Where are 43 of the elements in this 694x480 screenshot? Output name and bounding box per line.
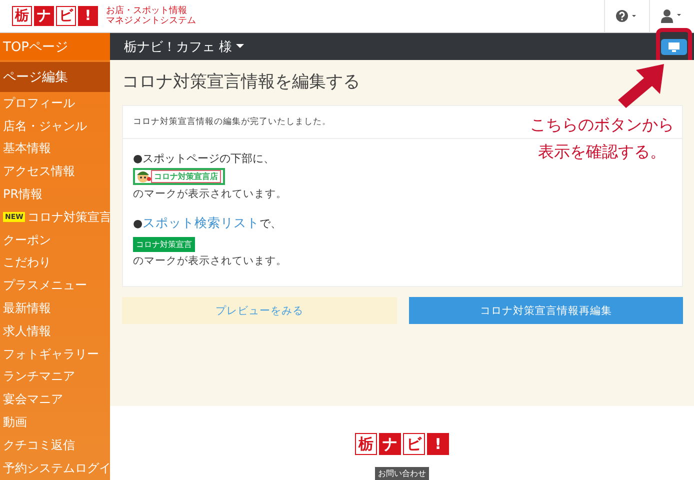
note-text: のマークが表示されています。 — [133, 187, 288, 201]
page-title: コロナ対策宣言情報を編集する — [122, 71, 361, 93]
preview-link-button[interactable]: プレビューをみる — [122, 297, 396, 324]
caret-icon — [236, 44, 244, 49]
sidebar-item[interactable]: TOPページ — [0, 33, 110, 60]
tagline: お店・スポット情報 — [106, 6, 188, 16]
sidebar-item[interactable]: PR情報 — [0, 183, 110, 206]
sidebar-item[interactable]: 求人情報 — [0, 320, 110, 343]
tagline: マネジメントシステム — [106, 16, 196, 26]
sidebar-item[interactable]: 動画 — [0, 411, 110, 434]
sidebar-item[interactable]: こだわり — [0, 252, 110, 274]
note-text: のマークが表示されています。 — [133, 254, 288, 268]
help-icon — [616, 10, 638, 22]
mascot-drawing — [135, 170, 151, 183]
sidebar-item[interactable]: アクセス情報 — [0, 160, 110, 184]
shop-dropdown[interactable]: 栃ナビ！カフェ 様 — [124, 38, 244, 56]
bullet-text: ●スポット検索リスト で、 — [133, 215, 282, 232]
sidebar-item[interactable]: ページ編集 — [0, 62, 110, 92]
user-icon — [661, 9, 683, 23]
callout-arrow — [616, 62, 666, 110]
sidebar-item[interactable]: クーポン — [0, 228, 110, 252]
sidebar-item[interactable]: ランチマニア — [0, 366, 110, 388]
monitor-icon — [668, 42, 680, 52]
sidebar-item[interactable]: フォトギャラリー — [0, 342, 110, 366]
sidebar-item[interactable]: 店名・ジャンル — [0, 114, 110, 138]
callout-text: こちらのボタンから — [530, 115, 674, 136]
sidebar-item[interactable]: 最新情報 — [0, 297, 110, 320]
contact-label[interactable]: お問い合わせ — [375, 467, 429, 480]
sidebar-item[interactable]: 予約システムログイ — [0, 456, 110, 480]
declaration-badge: コロナ対策宣言店 — [133, 168, 225, 185]
footer-logo[interactable]: 栃 ナ ビ ! — [355, 433, 449, 455]
preview-button[interactable] — [661, 38, 687, 54]
declaration-tag: コロナ対策宣言 — [133, 237, 195, 252]
bullet-text: ●スポットページの下部に、 — [133, 151, 275, 166]
sidebar-item[interactable]: 宴会マニア — [0, 388, 110, 412]
logo[interactable]: 栃 ナ ビ ! — [12, 6, 98, 26]
sidebar-item[interactable]: クチコミ返信 — [0, 434, 110, 457]
sidebar-item[interactable]: 基本情報 — [0, 138, 110, 160]
sidebar-item[interactable]: プロフィール — [0, 92, 110, 115]
callout-text: 表示を確認する。 — [538, 142, 666, 163]
sidebar-item[interactable]: プラスメニュー — [0, 274, 110, 298]
edit-button[interactable]: コロナ対策宣言情報再編集 — [408, 297, 683, 324]
search-list-link[interactable]: スポット検索リスト — [142, 215, 260, 230]
